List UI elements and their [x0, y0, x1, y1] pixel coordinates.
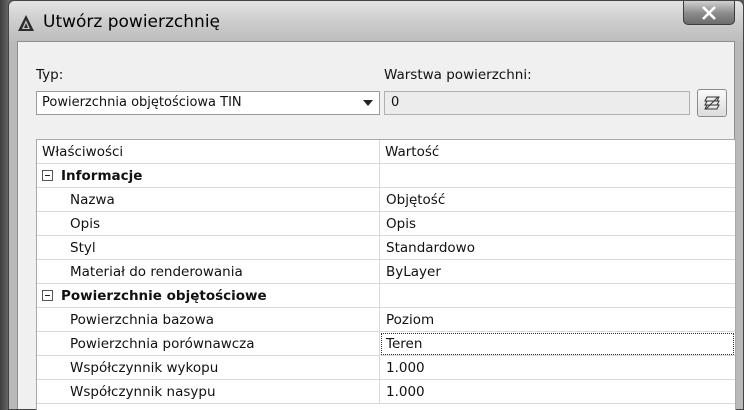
property-label: Powierzchnia porównawcza — [70, 336, 255, 352]
property-value[interactable]: Standardowo — [386, 240, 475, 256]
category-label: Informacje — [61, 168, 143, 184]
surface-layer-value: 0 — [391, 95, 400, 110]
autocad-logo-icon — [18, 15, 34, 31]
property-label: Materiał do renderowania — [70, 264, 243, 280]
type-dropdown-value: Powierzchnia objętościowa TIN — [42, 95, 242, 110]
collapse-icon[interactable] — [42, 290, 53, 301]
property-row-base-surface[interactable]: Powierzchnia bazowa Poziom — [37, 308, 735, 332]
property-value[interactable]: ByLayer — [386, 264, 441, 280]
property-row-render-material[interactable]: Materiał do renderowania ByLayer — [37, 260, 735, 284]
property-label: Styl — [70, 240, 96, 256]
property-value[interactable]: Poziom — [386, 312, 434, 328]
property-value[interactable]: 1.000 — [386, 360, 425, 376]
layers-icon — [704, 96, 720, 110]
close-button[interactable] — [683, 1, 735, 25]
column-header-value: Wartość — [385, 144, 440, 160]
dialog-content: Typ: Warstwa powierzchni: Powierzchnia o… — [17, 41, 736, 410]
close-icon — [702, 6, 716, 20]
layer-label: Warstwa powierzchni: — [384, 67, 532, 83]
title-bar[interactable]: Utwórz powierzchnię — [9, 1, 743, 41]
property-row-style[interactable]: Styl Standardowo — [37, 236, 735, 260]
category-row-volume-surfaces[interactable]: Powierzchnie objętościowe — [37, 284, 735, 308]
property-value[interactable]: 1.000 — [386, 384, 425, 400]
property-label: Powierzchnia bazowa — [70, 312, 215, 328]
category-row-informacje[interactable]: Informacje — [37, 164, 735, 188]
column-header-property: Właściwości — [42, 144, 124, 160]
property-row-fill-factor[interactable]: Współczynnik nasypu 1.000 — [37, 380, 735, 404]
property-label: Opis — [70, 216, 100, 232]
property-label: Współczynnik wykopu — [70, 360, 219, 376]
type-label: Typ: — [36, 67, 64, 83]
property-value[interactable]: Teren — [386, 336, 422, 352]
property-value[interactable]: Opis — [386, 216, 416, 232]
property-label: Współczynnik nasypu — [70, 384, 216, 400]
property-row-comparison-surface[interactable]: Powierzchnia porównawcza Teren — [37, 332, 735, 356]
dropdown-arrow-icon[interactable] — [363, 100, 373, 106]
grid-header: Właściwości Wartość — [37, 140, 735, 164]
selected-cell-focus — [381, 333, 734, 355]
category-label: Powierzchnie objętościowe — [61, 288, 267, 304]
properties-grid: Właściwości Wartość Informacje Nazwa Obj… — [36, 139, 736, 410]
select-layer-button[interactable] — [697, 89, 727, 117]
type-dropdown[interactable]: Powierzchnia objętościowa TIN — [36, 91, 380, 115]
create-surface-dialog: Utwórz powierzchnię Typ: Warstwa powierz… — [8, 0, 744, 410]
property-value[interactable]: Objętość — [386, 192, 445, 208]
surface-layer-field: 0 — [384, 91, 690, 115]
window-title: Utwórz powierzchnię — [43, 12, 220, 32]
property-row-name[interactable]: Nazwa Objętość — [37, 188, 735, 212]
collapse-icon[interactable] — [42, 170, 53, 181]
property-row-description[interactable]: Opis Opis — [37, 212, 735, 236]
property-label: Nazwa — [70, 192, 115, 208]
property-row-cut-factor[interactable]: Współczynnik wykopu 1.000 — [37, 356, 735, 380]
